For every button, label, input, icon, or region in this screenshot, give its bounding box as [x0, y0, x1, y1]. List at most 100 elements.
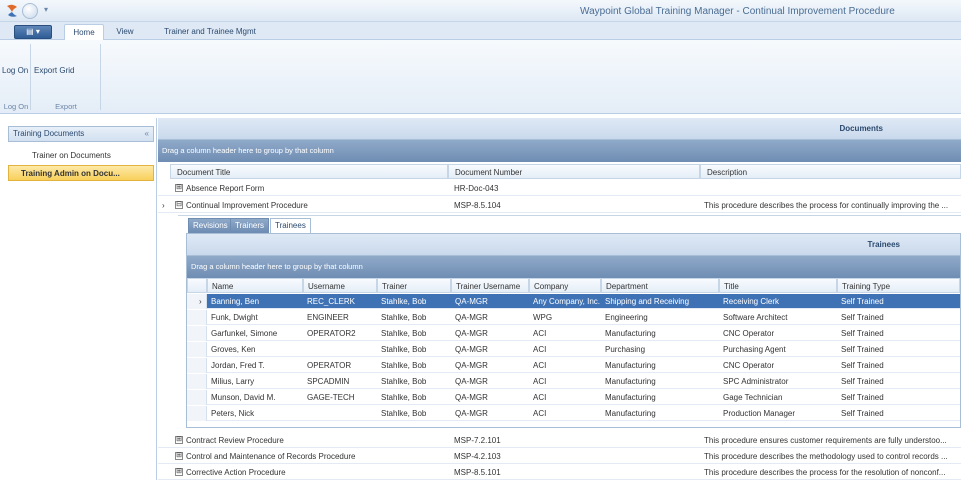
column-header-training-type[interactable]: Training Type: [837, 278, 960, 293]
row-indicator[interactable]: [187, 390, 207, 405]
column-header-name[interactable]: Name: [207, 278, 303, 293]
collapse-row-icon[interactable]: ⊟: [175, 201, 183, 209]
trainer-cell: Stahlke, Bob: [381, 361, 427, 370]
log-on-button[interactable]: Log On: [2, 66, 28, 75]
nav-item-trainer-on-documents[interactable]: Trainer on Documents: [8, 148, 154, 164]
title-cell: Gage Technician: [723, 393, 783, 402]
current-row-arrow-icon: ›: [199, 297, 202, 306]
trainees-grid: Trainees Drag a column header here to gr…: [186, 233, 961, 428]
tab-revisions[interactable]: Revisions: [188, 218, 233, 233]
table-row[interactable]: › ⊟ Continual Improvement Procedure MSP-…: [158, 198, 961, 213]
company-cell: ACI: [533, 361, 547, 370]
trainee-row[interactable]: Funk, Dwight ENGINEER Stahlke, Bob QA-MGR WP…: [187, 310, 960, 325]
trainer-username-cell: QA-MGR: [455, 377, 488, 386]
training-type-cell: Self Trained: [841, 409, 884, 418]
document-number-cell: MSP-8.5.101: [454, 468, 501, 477]
trainees-group-by-panel[interactable]: Drag a column header here to group by th…: [187, 256, 960, 278]
document-title-cell: Control and Maintenance of Records Proce…: [186, 452, 356, 461]
column-header-company[interactable]: Company: [529, 278, 601, 293]
quick-access-icon[interactable]: [22, 3, 38, 19]
name-cell: Garfunkel, Simone: [211, 329, 278, 338]
column-header-department[interactable]: Department: [601, 278, 719, 293]
company-cell: ACI: [533, 377, 547, 386]
table-row[interactable]: ⊞ Corrective Action Procedure MSP-8.5.10…: [158, 465, 961, 480]
document-number-cell: MSP-8.5.104: [454, 201, 501, 210]
name-cell: Peters, Nick: [211, 409, 255, 418]
tab-trainees[interactable]: Trainees: [270, 218, 311, 233]
row-indicator[interactable]: [187, 342, 207, 357]
tab-trainers[interactable]: Trainers: [230, 218, 270, 233]
column-header-trainer[interactable]: Trainer: [377, 278, 451, 293]
row-indicator[interactable]: [187, 358, 207, 373]
department-cell: Shipping and Receiving: [605, 297, 690, 306]
row-indicator[interactable]: ›: [187, 294, 207, 309]
training-type-cell: Self Trained: [841, 393, 884, 402]
title-cell: CNC Operator: [723, 329, 775, 338]
column-header-username[interactable]: Username: [303, 278, 377, 293]
column-header-trainer-username[interactable]: Trainer Username: [451, 278, 529, 293]
collapse-pane-icon[interactable]: «: [145, 127, 149, 141]
trainee-row[interactable]: Milius, Larry SPCADMIN Stahlke, Bob QA-MGR A…: [187, 374, 960, 389]
title-cell: SPC Administrator: [723, 377, 789, 386]
column-header-document-number[interactable]: Document Number: [448, 164, 700, 179]
trainer-username-cell: QA-MGR: [455, 393, 488, 402]
trainer-cell: Stahlke, Bob: [381, 329, 427, 338]
table-row[interactable]: ⊞ Control and Maintenance of Records Pro…: [158, 449, 961, 464]
trainer-username-cell: QA-MGR: [455, 345, 488, 354]
description-cell: This procedure describes the process for…: [704, 201, 949, 210]
export-grid-button[interactable]: Export Grid: [34, 66, 74, 75]
quick-access-dropdown-icon[interactable]: ▾: [44, 5, 48, 14]
company-cell: Any Company, Inc.: [533, 297, 600, 306]
department-cell: Manufacturing: [605, 329, 656, 338]
ribbon-separator: [30, 44, 31, 110]
column-header-title[interactable]: Title: [719, 278, 837, 293]
document-title-cell: Contract Review Procedure: [186, 436, 284, 445]
tab-home[interactable]: Home: [64, 24, 104, 40]
group-label-export: Export: [55, 102, 77, 111]
training-type-cell: Self Trained: [841, 345, 884, 354]
trainee-row[interactable]: Garfunkel, Simone OPERATOR2 Stahlke, Bob QA…: [187, 326, 960, 341]
row-indicator[interactable]: [187, 310, 207, 325]
expand-row-icon[interactable]: ⊞: [175, 184, 183, 192]
tab-view[interactable]: View: [110, 24, 140, 40]
tab-trainer-and-trainee-mgmt[interactable]: Trainer and Trainee Mgmt: [160, 24, 260, 40]
trainee-row[interactable]: › Banning, Ben REC_CLERK Stahlke, Bob QA-MGR…: [187, 294, 960, 309]
title-cell: Production Manager: [723, 409, 796, 418]
trainee-row[interactable]: Peters, Nick Stahlke, Bob QA-MGR ACI Manufac…: [187, 406, 960, 421]
row-indicator[interactable]: [187, 374, 207, 389]
department-cell: Engineering: [605, 313, 648, 322]
username-cell: REC_CLERK: [307, 297, 356, 306]
department-cell: Manufacturing: [605, 409, 656, 418]
table-row[interactable]: ⊞ Contract Review Procedure MSP-7.2.101 …: [158, 433, 961, 448]
trainer-cell: Stahlke, Bob: [381, 345, 427, 354]
trainer-cell: Stahlke, Bob: [381, 313, 427, 322]
row-indicator[interactable]: [187, 326, 207, 341]
username-cell: ENGINEER: [307, 313, 349, 322]
training-type-cell: Self Trained: [841, 361, 884, 370]
trainer-username-cell: QA-MGR: [455, 361, 488, 370]
application-menu-button[interactable]: ▤ ▾: [14, 25, 52, 39]
description-cell: This procedure ensures customer requirem…: [704, 436, 947, 445]
table-row[interactable]: ⊞ Absence Report Form HR-Doc-043: [158, 181, 961, 196]
username-cell: OPERATOR: [307, 361, 352, 370]
app-menu-icon: ▤ ▾: [26, 27, 40, 36]
expand-row-icon[interactable]: ⊞: [175, 436, 183, 444]
trainee-row[interactable]: Jordan, Fred T. OPERATOR Stahlke, Bob QA-MG…: [187, 358, 960, 373]
department-cell: Manufacturing: [605, 393, 656, 402]
trainee-row[interactable]: Groves, Ken Stahlke, Bob QA-MGR ACI Purchasi…: [187, 342, 960, 357]
group-by-panel[interactable]: Drag a column header here to group by th…: [158, 140, 961, 162]
column-header-description[interactable]: Description: [700, 164, 961, 179]
row-indicator[interactable]: [187, 406, 207, 421]
nav-group-header[interactable]: Training Documents «: [8, 126, 154, 142]
nav-item-training-admin-on-documents[interactable]: Training Admin on Docu...: [8, 165, 154, 181]
expand-row-icon[interactable]: ⊞: [175, 468, 183, 476]
column-header-document-title[interactable]: Document Title: [170, 164, 448, 179]
name-cell: Funk, Dwight: [211, 313, 258, 322]
navigation-pane: Training Documents « Trainer on Document…: [0, 118, 157, 480]
training-type-cell: Self Trained: [841, 377, 884, 386]
description-cell: [704, 181, 959, 196]
trainer-username-cell: QA-MGR: [455, 329, 488, 338]
trainee-row[interactable]: Munson, David M. GAGE-TECH Stahlke, Bob QA-…: [187, 390, 960, 405]
window-title: Waypoint Global Training Manager - Conti…: [580, 6, 895, 17]
expand-row-icon[interactable]: ⊞: [175, 452, 183, 460]
